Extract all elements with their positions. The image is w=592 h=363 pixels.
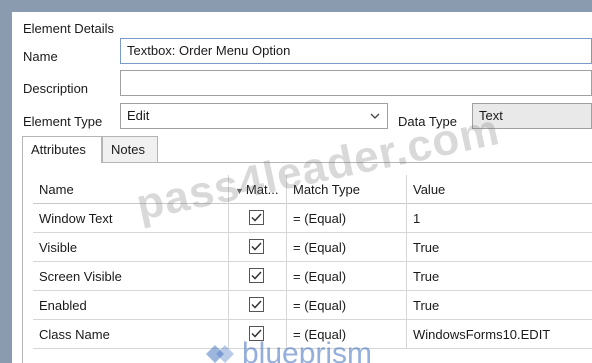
- table-row[interactable]: Screen Visible = (Equal) True: [33, 262, 592, 291]
- attribute-name: Screen Visible: [33, 262, 229, 291]
- data-type-select[interactable]: Text: [472, 103, 592, 129]
- tab-notes[interactable]: Notes: [102, 136, 158, 162]
- match-type-cell[interactable]: = (Equal): [287, 262, 407, 291]
- match-cell: [229, 291, 287, 320]
- match-type-cell[interactable]: = (Equal): [287, 291, 407, 320]
- grid-header: Name ▼ Mat... Match Type Value: [33, 175, 592, 204]
- checkbox-checked-icon[interactable]: [249, 297, 264, 312]
- group-title: Element Details: [23, 21, 115, 36]
- chevron-down-icon: [370, 113, 380, 119]
- checkbox-checked-icon[interactable]: [249, 239, 264, 254]
- header-match-label: Mat...: [245, 182, 279, 197]
- attribute-name: Class Name: [33, 320, 229, 349]
- match-cell: [229, 204, 287, 233]
- header-match[interactable]: ▼ Mat...: [229, 175, 287, 204]
- element-type-value: Edit: [127, 108, 150, 123]
- name-label: Name: [23, 49, 58, 64]
- attribute-name: Window Text: [33, 204, 229, 233]
- description-label: Description: [23, 81, 89, 96]
- data-type-label: Data Type: [398, 114, 458, 129]
- table-row[interactable]: Visible = (Equal) True: [33, 233, 592, 262]
- table-row[interactable]: Class Name = (Equal) WindowsForms10.EDIT: [33, 320, 592, 349]
- element-type-label: Element Type: [23, 114, 103, 129]
- match-cell: [229, 320, 287, 349]
- element-type-select[interactable]: Edit: [120, 103, 388, 129]
- match-type-cell[interactable]: = (Equal): [287, 204, 407, 233]
- match-type-cell[interactable]: = (Equal): [287, 320, 407, 349]
- value-cell[interactable]: 1: [407, 204, 592, 233]
- value-cell[interactable]: True: [407, 233, 592, 262]
- match-type-cell[interactable]: = (Equal): [287, 233, 407, 262]
- header-name[interactable]: Name: [33, 175, 229, 204]
- data-type-value: Text: [479, 108, 503, 123]
- match-cell: [229, 262, 287, 291]
- name-field[interactable]: Textbox: Order Menu Option: [120, 38, 592, 64]
- header-value[interactable]: Value: [407, 175, 592, 204]
- value-cell[interactable]: WindowsForms10.EDIT: [407, 320, 592, 349]
- description-field[interactable]: [120, 70, 592, 96]
- attributes-tab-page: Name ▼ Mat... Match Type Value Window Tex…: [22, 162, 592, 363]
- attribute-name: Visible: [33, 233, 229, 262]
- value-cell[interactable]: True: [407, 262, 592, 291]
- tab-attributes[interactable]: Attributes: [22, 136, 102, 163]
- header-match-type[interactable]: Match Type: [287, 175, 407, 204]
- checkbox-checked-icon[interactable]: [249, 326, 264, 341]
- attribute-name: Enabled: [33, 291, 229, 320]
- table-row[interactable]: Window Text = (Equal) 1: [33, 204, 592, 233]
- element-details-panel: Element Details Name Textbox: Order Menu…: [12, 12, 592, 363]
- table-row[interactable]: Enabled = (Equal) True: [33, 291, 592, 320]
- match-cell: [229, 233, 287, 262]
- checkbox-checked-icon[interactable]: [249, 268, 264, 283]
- checkbox-checked-icon[interactable]: [249, 210, 264, 225]
- sort-arrow-icon: ▼: [235, 186, 244, 196]
- value-cell[interactable]: True: [407, 291, 592, 320]
